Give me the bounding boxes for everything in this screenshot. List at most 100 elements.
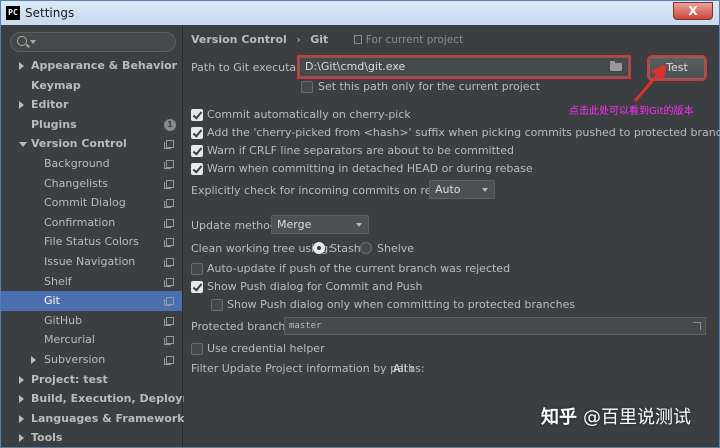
git-path-input[interactable]: D:\Git\cmd\git.exe bbox=[299, 57, 629, 77]
crlf-warning-label: Warn if CRLF line separators are about t… bbox=[207, 144, 514, 157]
breadcrumb-current: Git bbox=[310, 33, 329, 46]
protected-push-dialog-label: Show Push dialog only when committing to… bbox=[227, 298, 576, 311]
sidebar-item-build-execution-deployment[interactable]: Build, Execution, Deployment bbox=[1, 389, 214, 409]
chevron-right-icon[interactable] bbox=[19, 375, 24, 384]
settings-search-input[interactable] bbox=[10, 32, 176, 52]
update-method-select[interactable]: Merge bbox=[271, 215, 369, 234]
settings-tree: Appearance & Behavior Keymap Editor Plugins… bbox=[1, 56, 214, 448]
window-title: Settings bbox=[25, 6, 75, 20]
sidebar-item-keymap[interactable]: Keymap bbox=[1, 76, 182, 96]
current-project-only-checkbox[interactable] bbox=[301, 81, 313, 93]
watermark-author: @百里说测试 bbox=[583, 407, 691, 428]
search-history-dropdown-icon[interactable] bbox=[30, 40, 36, 44]
sidebar-item-github[interactable]: GitHub bbox=[1, 311, 182, 331]
sidebar-item-label: Mercurial bbox=[44, 333, 95, 347]
current-project-only-label: Set this path only for the current proje… bbox=[318, 80, 540, 93]
sidebar-item-tools[interactable]: Tools bbox=[1, 428, 182, 448]
clean-tree-label: Clean working tree using: bbox=[191, 242, 332, 255]
annotation-note: 点击此处可以看到Git的版本 bbox=[569, 106, 694, 117]
sidebar-item-background[interactable]: Background bbox=[1, 154, 182, 174]
sidebar-item-label: Tools bbox=[31, 431, 63, 445]
chevron-down-icon bbox=[356, 223, 362, 227]
sidebar-item-file-status-colors[interactable]: File Status Colors bbox=[1, 232, 182, 252]
sidebar-item-subversion[interactable]: Subversion bbox=[1, 350, 182, 370]
chevron-right-icon[interactable] bbox=[19, 62, 24, 70]
show-push-dialog-label: Show Push dialog for Commit and Push bbox=[207, 280, 423, 293]
auto-update-checkbox[interactable] bbox=[191, 263, 203, 275]
credential-helper-label: Use credential helper bbox=[207, 342, 325, 355]
chevron-right-icon[interactable] bbox=[19, 414, 24, 423]
stash-label: Stash bbox=[330, 242, 361, 255]
filter-paths-select[interactable]: All ⇕ bbox=[393, 362, 415, 375]
sidebar-item-label: Keymap bbox=[31, 78, 81, 92]
project-settings-icon bbox=[164, 257, 174, 267]
expand-icon[interactable] bbox=[693, 322, 701, 330]
sidebar-item-label: Project: test bbox=[31, 372, 108, 386]
update-count-badge: 1 bbox=[164, 118, 176, 131]
show-push-dialog-checkbox[interactable] bbox=[191, 281, 203, 293]
close-button[interactable]: X bbox=[673, 2, 713, 20]
sidebar-item-label: Plugins bbox=[31, 117, 77, 131]
project-scope-icon bbox=[353, 35, 362, 44]
filter-paths-label: Filter Update Project information by pat… bbox=[191, 362, 425, 375]
incoming-commits-select[interactable]: Auto bbox=[429, 180, 495, 199]
breadcrumb-parent[interactable]: Version Control bbox=[191, 33, 287, 46]
git-path-value: D:\Git\cmd\git.exe bbox=[305, 60, 406, 73]
sidebar-item-changelists[interactable]: Changelists bbox=[1, 174, 182, 194]
chevron-down-icon bbox=[482, 188, 488, 192]
filter-paths-value: All bbox=[393, 362, 407, 375]
zhihu-logo: 知乎 bbox=[541, 407, 577, 428]
crlf-warning-checkbox[interactable] bbox=[191, 145, 203, 157]
sidebar-item-editor[interactable]: Editor bbox=[1, 95, 182, 115]
sidebar-item-version-control[interactable]: Version Control bbox=[1, 134, 182, 154]
project-scope-note: For current project bbox=[353, 34, 464, 46]
search-icon bbox=[17, 36, 27, 46]
chevron-down-icon[interactable] bbox=[19, 142, 27, 148]
pycharm-app-icon: PC bbox=[6, 6, 20, 20]
stash-radio[interactable] bbox=[313, 242, 325, 254]
cherry-pick-checkbox[interactable] bbox=[191, 109, 203, 121]
project-settings-icon bbox=[164, 179, 174, 189]
chevron-right-icon[interactable] bbox=[19, 395, 24, 404]
sidebar-item-label: Version Control bbox=[31, 137, 127, 151]
detached-head-checkbox[interactable] bbox=[191, 163, 203, 175]
project-settings-icon bbox=[164, 159, 174, 169]
sidebar-item-issue-navigation[interactable]: Issue Navigation bbox=[1, 252, 182, 272]
sidebar-item-label: File Status Colors bbox=[44, 235, 139, 249]
shelve-radio[interactable] bbox=[360, 242, 372, 254]
sidebar-item-appearance-behavior[interactable]: Appearance & Behavior bbox=[1, 56, 182, 76]
protected-push-dialog-checkbox[interactable] bbox=[211, 299, 223, 311]
auto-update-label: Auto-update if push of the current branc… bbox=[207, 262, 511, 275]
sidebar-item-shelf[interactable]: Shelf bbox=[1, 272, 182, 292]
sidebar-item-label: Shelf bbox=[44, 274, 72, 288]
protected-branches-input[interactable]: master bbox=[284, 317, 706, 335]
sidebar-item-git[interactable]: Git bbox=[1, 291, 182, 311]
sidebar-item-project-test[interactable]: Project: test bbox=[1, 370, 182, 390]
project-settings-icon bbox=[164, 218, 174, 228]
sidebar-item-label: Languages & Frameworks bbox=[31, 411, 192, 425]
sidebar-item-mercurial[interactable]: Mercurial bbox=[1, 330, 182, 350]
settings-window: PC Settings X Appearance & Behavior Keyma… bbox=[0, 0, 720, 448]
annotation-arrow bbox=[633, 64, 667, 102]
chevron-right-icon[interactable] bbox=[19, 434, 24, 443]
update-method-value: Merge bbox=[277, 218, 312, 231]
protected-branches-value: master bbox=[289, 321, 322, 331]
sidebar-item-label: Editor bbox=[31, 98, 69, 112]
sidebar-item-label: Background bbox=[44, 156, 110, 170]
sidebar-item-confirmation[interactable]: Confirmation bbox=[1, 213, 182, 233]
project-scope-label: For current project bbox=[365, 34, 464, 46]
chevron-right-icon[interactable] bbox=[19, 101, 24, 110]
cherry-pick-label: Commit automatically on cherry-pick bbox=[207, 108, 411, 121]
breadcrumb: Version Control › Git For current projec… bbox=[191, 33, 463, 46]
cherry-suffix-checkbox[interactable] bbox=[191, 127, 203, 139]
sidebar-item-commit-dialog[interactable]: Commit Dialog bbox=[1, 193, 182, 213]
incoming-commits-label: Explicitly check for incoming commits on… bbox=[191, 184, 470, 197]
chevron-right-icon[interactable] bbox=[31, 355, 36, 364]
title-bar: PC Settings X bbox=[1, 1, 719, 25]
sidebar-item-label: Issue Navigation bbox=[44, 254, 136, 268]
sidebar-item-plugins[interactable]: Plugins 1 bbox=[1, 115, 182, 135]
sidebar-item-languages-frameworks[interactable]: Languages & Frameworks bbox=[1, 409, 191, 429]
zhihu-watermark: 知乎 @百里说测试 bbox=[541, 403, 691, 429]
credential-helper-checkbox[interactable] bbox=[191, 343, 203, 355]
project-settings-icon bbox=[164, 199, 174, 209]
